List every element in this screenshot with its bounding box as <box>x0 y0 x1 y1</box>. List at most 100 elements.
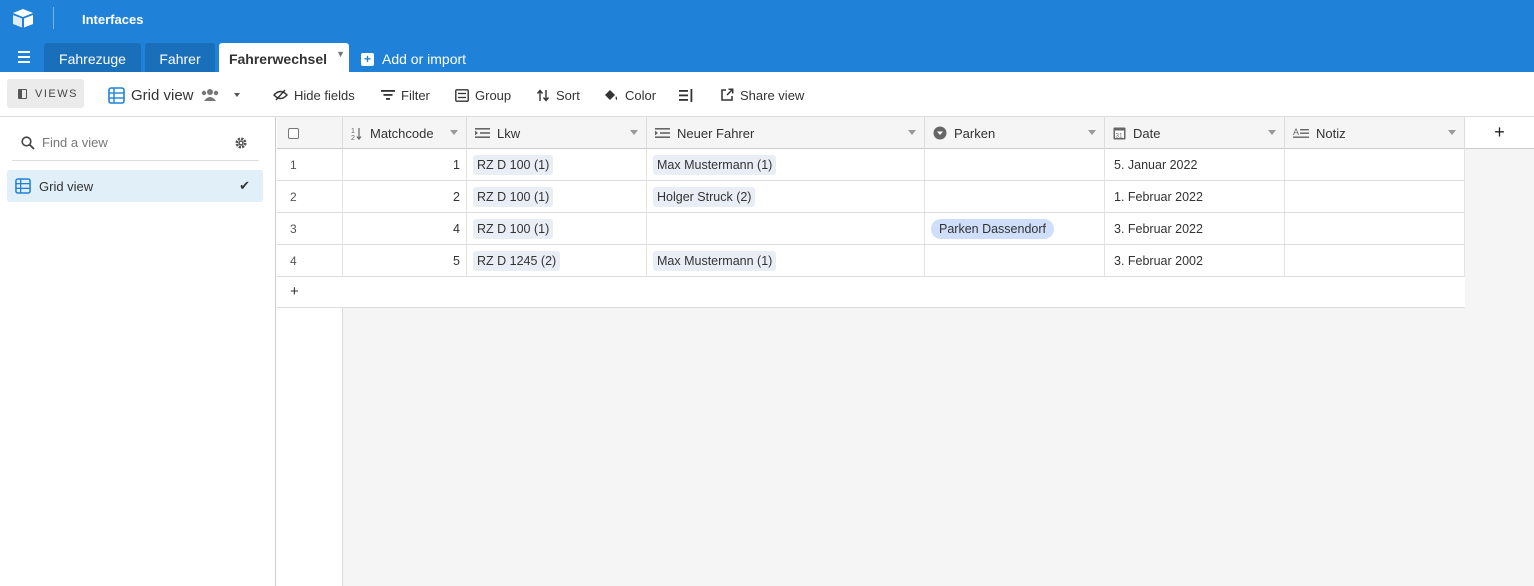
notiz-cell[interactable] <box>1285 213 1465 245</box>
select-all-cell <box>277 117 343 149</box>
filter-button[interactable]: Filter <box>381 86 430 104</box>
row-number: 1 <box>277 149 343 181</box>
color-button[interactable]: Color <box>603 86 656 104</box>
date-cell[interactable]: 5. Januar 2022 <box>1105 149 1285 181</box>
neuer-fahrer-cell[interactable]: Holger Struck (2) <box>647 181 925 213</box>
table-row[interactable]: 1 1 RZ D 100 (1) Max Mustermann (1) 5. J… <box>277 149 1465 181</box>
checkmark-icon: ✔ <box>239 178 250 193</box>
row-height-icon <box>679 88 693 102</box>
hide-fields-label: Hide fields <box>294 87 355 103</box>
table-tab-bar: Fahrezuge Fahrer Fahrerwechsel ▼ + Add o… <box>0 40 1534 72</box>
tab-fahrer[interactable]: Fahrer <box>145 43 215 72</box>
column-menu-icon[interactable] <box>1088 130 1096 135</box>
linked-record-pill[interactable]: RZ D 100 (1) <box>473 219 554 239</box>
column-header-matchcode[interactable]: 1 2 Matchcode <box>343 117 467 149</box>
notiz-cell[interactable] <box>1285 245 1465 277</box>
table-row[interactable]: 3 4 RZ D 100 (1) Parken Dassendorf 3. Fe… <box>277 213 1465 245</box>
sort-button[interactable]: Sort <box>536 86 580 104</box>
row-height-button[interactable] <box>679 86 700 104</box>
lkw-cell[interactable]: RZ D 100 (1) <box>467 213 647 245</box>
linked-record-pill[interactable]: RZ D 100 (1) <box>473 187 554 207</box>
hide-fields-button[interactable]: Hide fields <box>273 86 355 104</box>
column-label: Notiz <box>1316 125 1346 141</box>
column-menu-icon[interactable] <box>908 130 916 135</box>
column-header-parken[interactable]: Parken <box>925 117 1105 149</box>
data-grid: 1 2 Matchcode Lkw Neuer Fahrer Parken 31… <box>277 117 1534 586</box>
date-cell[interactable]: 3. Februar 2022 <box>1105 213 1285 245</box>
app-title[interactable]: Interfaces <box>82 12 143 27</box>
sort-icon <box>536 88 550 102</box>
hamburger-menu-icon[interactable] <box>12 49 36 65</box>
tab-dropdown-icon[interactable]: ▼ <box>336 49 345 59</box>
search-icon <box>21 136 35 150</box>
notiz-cell[interactable] <box>1285 149 1465 181</box>
sidebar-item-grid-view[interactable]: Grid view ✔ <box>7 170 263 202</box>
parken-cell[interactable] <box>925 181 1105 213</box>
svg-text:2: 2 <box>351 135 355 141</box>
autonumber-icon: 1 2 <box>351 127 362 141</box>
date-cell[interactable]: 3. Februar 2002 <box>1105 245 1285 277</box>
lkw-cell[interactable]: RZ D 100 (1) <box>467 181 647 213</box>
add-or-import-button[interactable]: + Add or import <box>361 51 466 67</box>
airtable-logo-icon[interactable] <box>11 7 35 31</box>
select-all-checkbox[interactable] <box>288 128 299 139</box>
parken-cell[interactable] <box>925 149 1105 181</box>
sidebar-panel-icon <box>18 88 27 99</box>
view-switcher[interactable]: Grid view <box>108 84 248 106</box>
current-view-name: Grid view <box>131 86 194 104</box>
matchcode-cell[interactable]: 5 <box>343 245 467 277</box>
lkw-cell[interactable]: RZ D 100 (1) <box>467 149 647 181</box>
grid-header-row: 1 2 Matchcode Lkw Neuer Fahrer Parken 31… <box>277 117 1465 149</box>
parken-cell[interactable] <box>925 245 1105 277</box>
find-view-input[interactable] <box>42 135 222 150</box>
linked-record-pill[interactable]: Max Mustermann (1) <box>653 251 777 271</box>
add-record-row[interactable]: + <box>277 277 1465 308</box>
row-number: 4 <box>277 245 343 277</box>
add-field-button[interactable]: + <box>1465 117 1534 149</box>
column-menu-icon[interactable] <box>450 130 458 135</box>
notiz-cell[interactable] <box>1285 181 1465 213</box>
column-header-notiz[interactable]: A Notiz <box>1285 117 1465 149</box>
column-header-lkw[interactable]: Lkw <box>467 117 647 149</box>
linked-record-pill[interactable]: RZ D 1245 (2) <box>473 251 561 271</box>
date-cell[interactable]: 1. Februar 2022 <box>1105 181 1285 213</box>
neuer-fahrer-cell[interactable]: Max Mustermann (1) <box>647 149 925 181</box>
lkw-cell[interactable]: RZ D 1245 (2) <box>467 245 647 277</box>
table-row[interactable]: 2 2 RZ D 100 (1) Holger Struck (2) 1. Fe… <box>277 181 1465 213</box>
share-view-button[interactable]: Share view <box>720 86 804 104</box>
column-menu-icon[interactable] <box>630 130 638 135</box>
matchcode-cell[interactable]: 4 <box>343 213 467 245</box>
linked-record-pill[interactable]: Max Mustermann (1) <box>653 155 777 175</box>
column-menu-icon[interactable] <box>1448 130 1456 135</box>
parken-cell[interactable]: Parken Dassendorf <box>925 213 1105 245</box>
tab-fahrerwechsel[interactable]: Fahrerwechsel ▼ <box>219 43 349 72</box>
sidebar-item-label: Grid view <box>39 178 94 194</box>
link-icon <box>655 128 670 138</box>
select-option-pill[interactable]: Parken Dassendorf <box>931 219 1055 239</box>
linked-record-pill[interactable]: Holger Struck (2) <box>653 187 756 207</box>
paint-bucket-icon <box>605 90 618 100</box>
tab-label: Fahrer <box>159 51 201 67</box>
neuer-fahrer-cell[interactable] <box>647 213 925 245</box>
add-or-import-label: Add or import <box>382 51 467 67</box>
neuer-fahrer-cell[interactable]: Max Mustermann (1) <box>647 245 925 277</box>
matchcode-cell[interactable]: 2 <box>343 181 467 213</box>
filter-icon <box>381 90 395 100</box>
tab-fahrezuge[interactable]: Fahrezuge <box>44 43 141 72</box>
grid-view-icon <box>108 86 125 104</box>
table-row[interactable]: 4 5 RZ D 1245 (2) Max Mustermann (1) 3. … <box>277 245 1465 277</box>
linked-record-pill[interactable]: RZ D 100 (1) <box>473 155 554 175</box>
group-button[interactable]: Group <box>455 86 511 104</box>
gear-icon[interactable] <box>234 136 248 150</box>
column-header-date[interactable]: 31 Date <box>1105 117 1285 149</box>
svg-text:A: A <box>1293 127 1299 137</box>
matchcode-cell[interactable]: 1 <box>343 149 467 181</box>
column-header-neuer-fahrer[interactable]: Neuer Fahrer <box>647 117 925 149</box>
hide-fields-icon <box>273 89 288 101</box>
color-label: Color <box>625 87 657 103</box>
column-menu-icon[interactable] <box>1268 130 1276 135</box>
views-sidebar: Grid view ✔ <box>0 117 276 586</box>
add-record-plus-icon[interactable]: + <box>290 283 299 300</box>
chevron-down-icon <box>233 93 240 97</box>
views-toggle-button[interactable]: VIEWS <box>7 79 84 108</box>
